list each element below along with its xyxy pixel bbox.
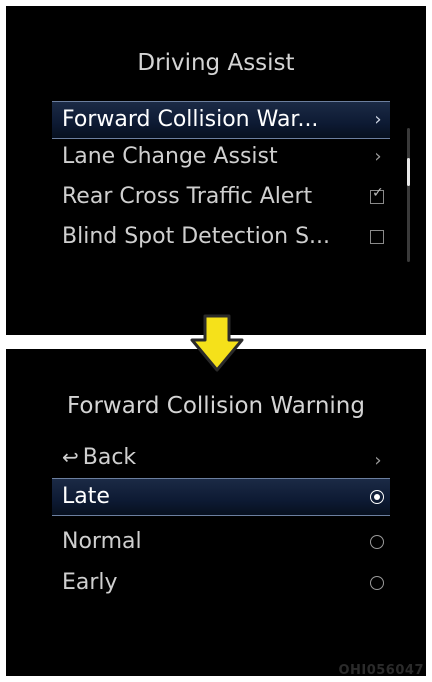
checkmark-icon: ✓ [372,185,384,201]
option-label: Normal [62,529,142,554]
back-arrow-icon: ↩ [62,445,79,469]
chevron-right-icon: › [374,146,382,167]
radio-unselected-icon[interactable] [370,576,384,590]
option-label: Early [62,570,118,595]
down-arrow-icon [190,314,244,372]
menu-item-label: Lane Change Assist [62,144,278,169]
checkbox-unchecked-icon[interactable] [370,230,384,244]
menu-item-rear-cross-traffic-alert[interactable]: Rear Cross Traffic Alert ✓ [52,179,390,215]
option-late[interactable]: Late [52,478,390,516]
figure-code: OHI056047 [338,663,424,676]
menu-item-forward-collision-warning[interactable]: Forward Collision War... › [52,101,390,139]
screen-title: Forward Collision Warning [66,393,365,419]
menu-item-label: Blind Spot Detection S... [62,224,331,249]
forward-collision-warning-screen: Forward Collision Warning ↩ Back › Late N… [6,349,426,676]
driving-assist-screen: Driving Assist Forward Collision War... … [6,6,426,335]
radio-unselected-icon[interactable] [370,535,384,549]
scrollbar-thumb[interactable] [407,158,410,186]
option-label: Late [62,484,110,509]
menu-item-lane-change-assist[interactable]: Lane Change Assist › [52,139,390,175]
radio-selected-icon[interactable] [370,490,384,504]
checkbox-checked-icon[interactable]: ✓ [370,185,384,204]
back-button[interactable]: ↩ Back › [52,439,390,475]
back-label: Back [82,445,137,470]
menu-item-label: Rear Cross Traffic Alert [62,184,313,209]
option-early[interactable]: Early [52,565,390,601]
option-normal[interactable]: Normal [52,524,390,560]
chevron-right-icon: › [374,109,382,130]
scrollbar[interactable] [407,128,410,262]
menu-item-blind-spot-detection[interactable]: Blind Spot Detection S... [52,219,390,255]
screen-title: Driving Assist [137,50,295,76]
chevron-right-icon: › [374,450,382,471]
menu-item-label: Forward Collision War... [62,107,319,132]
